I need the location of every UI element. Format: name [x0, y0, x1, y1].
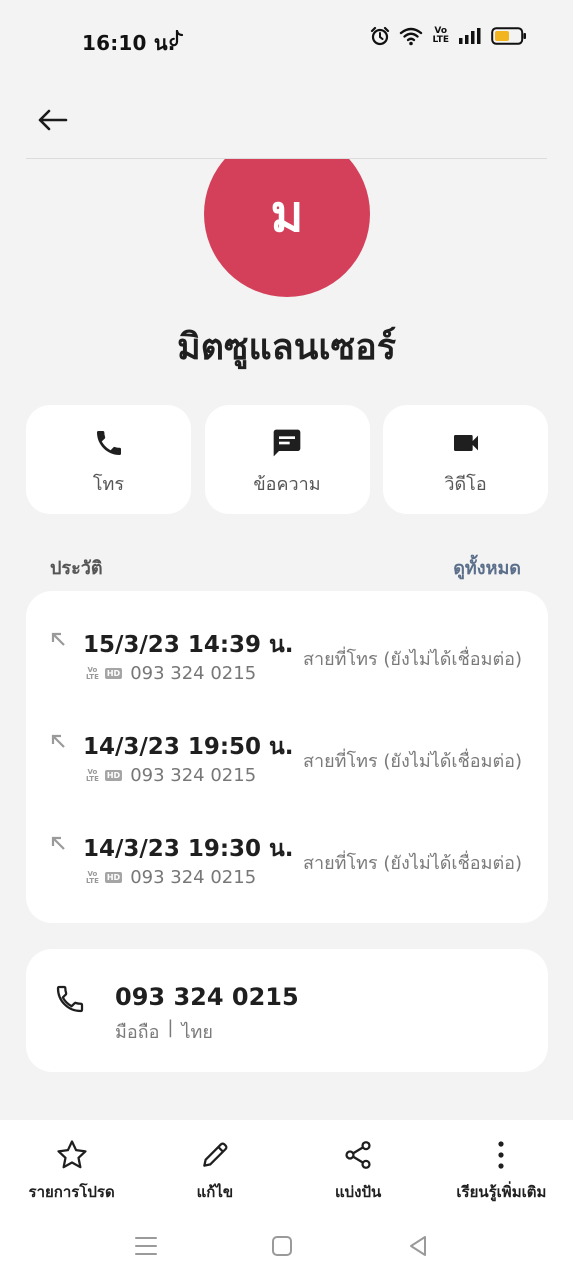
hd-badge: HD	[104, 668, 123, 679]
more-button[interactable]: เรียนรู้เพิ่มเติม	[430, 1120, 573, 1210]
volte-bottom: LTE	[86, 876, 99, 885]
call-button[interactable]: โทร	[26, 405, 191, 514]
call-history-row[interactable]: 15/3/23 14:39 น. Vo LTE HD 093 324 0215 ส…	[26, 591, 548, 691]
call-datetime: 14/3/23 19:30 น.	[83, 836, 294, 862]
call-number: 093 324 0215	[130, 765, 257, 786]
history-header: ประวัติ ดูทั้งหมด	[50, 553, 521, 582]
outgoing-call-icon	[51, 734, 65, 748]
hd-badge: HD	[104, 872, 123, 883]
call-status: สายที่โทร (ยังไม่ได้เชื่อมต่อ)	[302, 649, 522, 670]
view-all-link[interactable]: ดูทั้งหมด	[453, 553, 521, 582]
status-bar: 16:10 น. Vo LTE	[0, 0, 573, 80]
action-buttons: โทร ข้อความ วิดีโอ	[26, 405, 548, 514]
history-title: ประวัติ	[50, 558, 103, 579]
edit-button[interactable]: แก้ไข	[143, 1120, 286, 1210]
nav-menu-button[interactable]	[132, 1232, 160, 1260]
favorite-button[interactable]: รายการโปรด	[0, 1120, 143, 1210]
volte-bottom: LTE	[86, 774, 99, 783]
volte-bottom: LTE	[86, 672, 99, 681]
tiktok-icon	[169, 30, 184, 47]
status-time: 16:10 น.	[82, 31, 176, 55]
avatar[interactable]: ม	[204, 159, 370, 297]
phone-meta: มือถือ | ไทย	[115, 1017, 213, 1046]
call-datetime: 14/3/23 19:50 น.	[83, 734, 294, 760]
video-button[interactable]: วิดีโอ	[383, 405, 548, 514]
phone-outline-icon	[56, 985, 84, 1013]
call-history-card: 15/3/23 14:39 น. Vo LTE HD 093 324 0215 ส…	[26, 591, 548, 923]
star-icon	[57, 1140, 87, 1169]
avatar-area: ม	[0, 159, 573, 299]
message-button[interactable]: ข้อความ	[204, 405, 370, 514]
phone-region: ไทย	[181, 1022, 213, 1043]
video-icon	[453, 435, 478, 451]
outgoing-call-icon	[51, 632, 65, 646]
call-datetime: 15/3/23 14:39 น.	[83, 632, 294, 658]
back-button[interactable]	[30, 100, 74, 140]
call-number: 093 324 0215	[130, 663, 257, 684]
outgoing-call-icon	[51, 836, 65, 850]
volte-bottom: LTE	[432, 35, 449, 45]
header	[0, 80, 573, 160]
system-nav-bar	[0, 1210, 573, 1280]
battery-icon	[491, 27, 526, 45]
wifi-icon	[400, 27, 423, 46]
favorite-label: รายการโปรด	[28, 1183, 115, 1201]
message-icon	[273, 429, 301, 457]
volte-badge: Vo LTE	[86, 768, 99, 783]
video-button-label: วิดีโอ	[444, 474, 487, 495]
call-details: Vo LTE HD 093 324 0215	[86, 663, 256, 684]
phone-separator: |	[167, 1017, 174, 1038]
call-status: สายที่โทร (ยังไม่ได้เชื่อมต่อ)	[302, 853, 522, 874]
pencil-icon	[203, 1142, 228, 1167]
alarm-icon	[371, 26, 390, 46]
call-details: Vo LTE HD 093 324 0215	[86, 867, 256, 888]
menu-icon	[135, 1237, 157, 1255]
call-number: 093 324 0215	[130, 867, 257, 888]
more-vertical-icon	[498, 1141, 504, 1169]
call-details: Vo LTE HD 093 324 0215	[86, 765, 256, 786]
nav-home-button[interactable]	[268, 1232, 296, 1260]
share-icon	[345, 1141, 371, 1169]
phone-number: 093 324 0215	[115, 983, 299, 1011]
home-square-icon	[272, 1236, 292, 1256]
call-button-label: โทร	[92, 474, 125, 495]
phone-icon	[96, 431, 121, 455]
share-label: แบ่งปัน	[334, 1183, 382, 1201]
bottom-action-bar: รายการโปรด แก้ไข แบ่งปัน เรียนรู้เพิ่มเต…	[0, 1120, 573, 1210]
call-status: สายที่โทร (ยังไม่ได้เชื่อมต่อ)	[302, 751, 522, 772]
volte-badge: Vo LTE	[86, 666, 99, 681]
message-button-label: ข้อความ	[253, 474, 321, 495]
edit-label: แก้ไข	[196, 1183, 234, 1201]
call-history-row[interactable]: 14/3/23 19:30 น. Vo LTE HD 093 324 0215 ส…	[26, 795, 548, 895]
phone-type: มือถือ	[115, 1022, 160, 1043]
arrow-left-icon	[38, 109, 68, 131]
more-label: เรียนรู้เพิ่มเติม	[456, 1183, 547, 1201]
phone-number-card[interactable]: 093 324 0215 มือถือ | ไทย	[26, 949, 548, 1072]
hd-badge: HD	[104, 770, 123, 781]
avatar-letter: ม	[270, 184, 304, 243]
volte-icon: Vo LTE	[432, 27, 449, 45]
volte-badge: Vo LTE	[86, 870, 99, 885]
call-history-row[interactable]: 14/3/23 19:50 น. Vo LTE HD 093 324 0215 ส…	[26, 693, 548, 793]
signal-icon	[459, 28, 481, 44]
status-icons: Vo LTE	[370, 26, 527, 46]
contact-name: มิตซูแลนเซอร์	[176, 327, 397, 368]
nav-back-button[interactable]	[404, 1232, 432, 1260]
share-button[interactable]: แบ่งปัน	[287, 1120, 430, 1210]
back-triangle-icon	[410, 1236, 426, 1256]
